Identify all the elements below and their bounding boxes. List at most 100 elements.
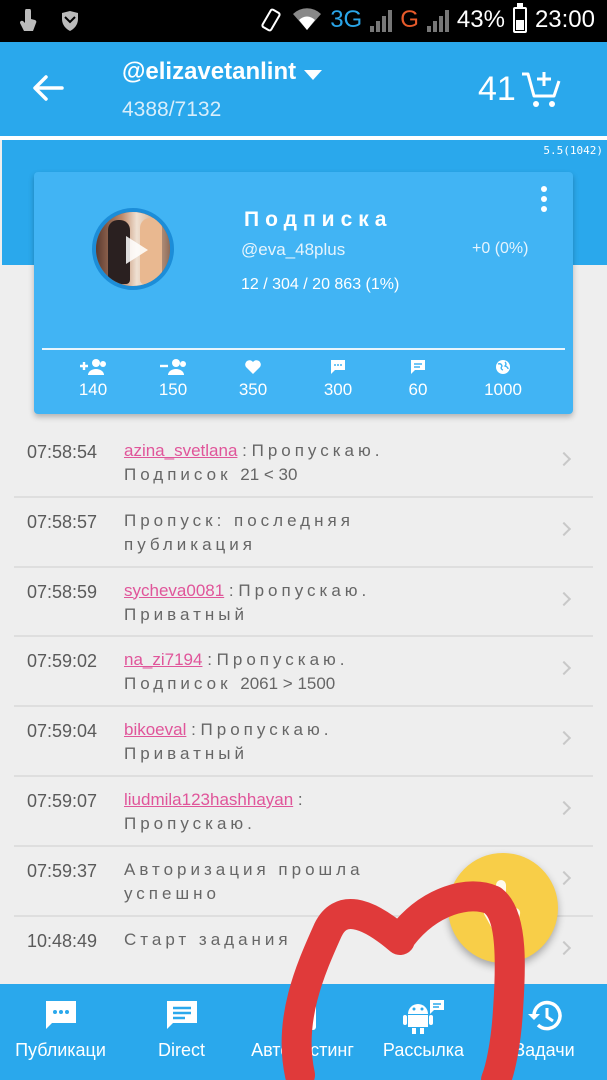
log-text-line2: успешно (124, 883, 220, 903)
account-progress: 4388/7132 (122, 98, 222, 121)
chevron-right-icon (556, 591, 572, 606)
status-bar: 3G G 43% 23:00 (0, 0, 607, 42)
chevron-right-icon (556, 800, 572, 816)
chevron-right-icon (556, 521, 572, 536)
log-text: Пропускаю. (216, 650, 349, 670)
log-text-line2: Подписок (124, 465, 232, 484)
log-row[interactable]: 07:59:04 bikoeval : Пропускаю. Приватный (14, 707, 593, 777)
nav-label: Автопостинг (251, 1040, 354, 1060)
log-text-line2: Приватный (124, 744, 248, 764)
log-text-line2: публикация (124, 534, 256, 554)
task-stats: 12 / 304 / 20 863 (1%) (241, 276, 400, 293)
log-text: Пропускаю. (238, 580, 371, 600)
log-time: 10:48:49 (27, 930, 98, 951)
log-row[interactable]: 07:58:57 Пропуск: последняя публикация (14, 498, 593, 568)
log-username-link[interactable]: azina_svetlana (124, 441, 237, 460)
log-time: 07:59:02 (27, 651, 98, 672)
avatar[interactable] (92, 208, 174, 290)
back-arrow-icon[interactable] (30, 70, 66, 106)
nav-direct[interactable]: Direct (121, 984, 242, 1080)
nav-autoposting[interactable]: Автопостинг (242, 984, 363, 1080)
follow-icon (80, 359, 106, 375)
log-message: na_zi7194 : Пропускаю. Подписок 2061 > 1… (124, 650, 349, 694)
mailing-icon (402, 1000, 444, 1034)
log-text-line2: Приватный (124, 604, 248, 624)
log-time: 07:59:04 (27, 721, 98, 742)
comment-icon (331, 360, 345, 374)
log-text: Авторизация прошла (124, 859, 364, 879)
nav-tasks[interactable]: Задачи (484, 984, 605, 1080)
log-row[interactable]: 07:59:07 liudmila123hashhayan : Пропуска… (14, 777, 593, 847)
direct-icon (166, 1001, 197, 1029)
log-username-link[interactable]: na_zi7194 (124, 650, 202, 669)
app-bar: @elizavetanlint 4388/7132 41 (0, 42, 607, 136)
log-message: bikoeval : Пропускаю. Приватный (124, 720, 333, 764)
status-notifications (18, 9, 80, 33)
chevron-right-icon (556, 731, 572, 746)
credits-count: 41 (478, 70, 516, 108)
account-selector[interactable]: @elizavetanlint (122, 58, 296, 86)
task-delta: +0 (0%) (472, 240, 529, 257)
heart-icon (245, 360, 261, 374)
network-g-label: G (400, 6, 419, 33)
log-row[interactable]: 07:59:02 na_zi7194 : Пропускаю. Подписок… (14, 637, 593, 708)
log-time: 07:58:59 (27, 581, 98, 602)
battery-percent: 43% (456, 6, 505, 33)
log-username-link[interactable]: sycheva0081 (124, 581, 224, 600)
counter-messages: 60 (383, 356, 453, 400)
log-text: Пропускаю. (251, 441, 384, 460)
counter-value: 300 (323, 380, 353, 399)
signal-icon (370, 8, 393, 32)
log-username-link[interactable]: bikoeval (124, 720, 186, 739)
nav-publications[interactable]: Публикаци (0, 984, 121, 1080)
publications-icon (45, 1001, 76, 1029)
network-3g-label: 3G (330, 6, 363, 33)
play-icon (126, 236, 148, 264)
log-row[interactable]: 07:58:59 sycheva0081 : Пропускаю. Приват… (14, 568, 593, 638)
log-time: 07:58:54 (27, 442, 98, 462)
chevron-right-icon (556, 661, 572, 676)
log-time: 07:59:37 (27, 860, 98, 881)
nav-label: Публикаци (15, 1040, 106, 1060)
counter-unfollow: 150 (138, 356, 208, 400)
log-text-line2: Пропускаю. (124, 813, 256, 833)
card-divider (42, 348, 565, 350)
task-card[interactable]: Подписка @eva_48plus +0 (0%) 12 / 304 / … (34, 172, 573, 414)
globe-icon (496, 360, 510, 374)
chevron-down-icon[interactable] (304, 70, 322, 80)
history-icon (527, 1000, 562, 1031)
chevron-right-icon (556, 870, 572, 885)
nav-mailing[interactable]: Рассылка (363, 984, 484, 1080)
nav-label: Рассылка (382, 1040, 465, 1060)
limit-counters: 140 150 350 300 60 1000 (50, 356, 560, 408)
chevron-right-icon (556, 451, 572, 467)
log-message: Пропуск: последняя публикация (124, 509, 544, 557)
nav-label: Задачи (514, 1040, 575, 1060)
log-time: 07:59:07 (27, 790, 98, 811)
task-title: Подписка (244, 208, 393, 231)
counter-likes: 350 (218, 356, 288, 400)
start-task-fab[interactable] (448, 853, 558, 963)
nav-label: Direct (157, 1040, 205, 1060)
wifi-icon (293, 8, 322, 30)
log-row[interactable]: 07:58:54 azina_svetlana : Пропускаю. Под… (14, 428, 593, 498)
log-username-link[interactable]: liudmila123hashhayan (124, 790, 293, 809)
counter-views: 1000 (468, 356, 538, 400)
counter-value: 350 (238, 380, 268, 399)
counter-value: 140 (78, 380, 108, 399)
clock: 23:00 (534, 6, 595, 33)
autoposting-icon (289, 1002, 316, 1030)
counter-follow: 140 (58, 356, 128, 400)
touch-icon (483, 880, 521, 932)
counter-value: 1000 (484, 380, 522, 399)
signal-icon-2 (426, 8, 449, 32)
add-to-cart-icon[interactable] (520, 70, 562, 110)
task-source-user: @eva_48plus (241, 240, 346, 259)
log-time: 07:58:57 (27, 511, 98, 532)
chevron-right-icon (556, 940, 572, 955)
battery-icon (512, 3, 527, 33)
counter-comments: 300 (303, 356, 373, 400)
more-vert-icon[interactable] (539, 186, 549, 216)
log-text: Пропускаю. (200, 720, 333, 740)
shield-icon (62, 11, 78, 31)
